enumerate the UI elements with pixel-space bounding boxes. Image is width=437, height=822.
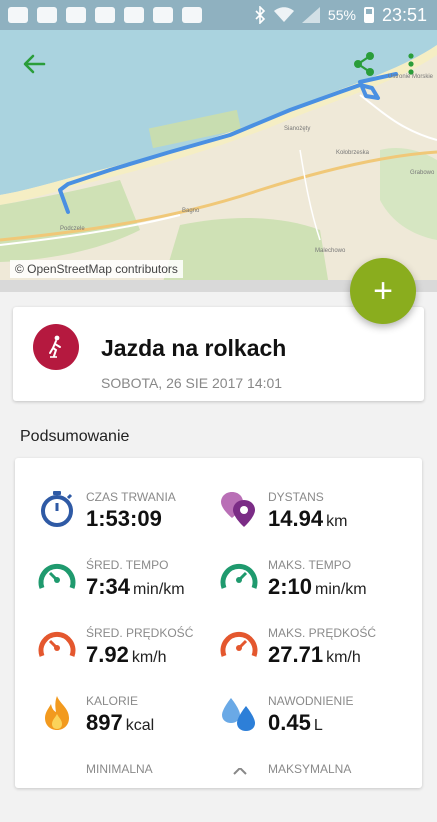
skating-person-icon	[49, 335, 61, 358]
stat-unit: km/h	[131, 649, 167, 666]
bluetooth-icon	[255, 6, 266, 24]
warning-icon	[66, 7, 86, 23]
battery-icon	[363, 7, 374, 23]
pace-gauge-icon	[38, 564, 76, 589]
stat-duration: CZAS TRWANIA 1:53:09	[38, 490, 228, 550]
stat-label: KALORIE	[86, 694, 139, 708]
stat-max-pace: MAKS. TEMPO 2:10 min/km	[220, 558, 410, 618]
activity-title: Jazda na rolkach	[101, 335, 287, 361]
stat-hydration: NAWODNIENIE 0.45 L	[220, 694, 410, 754]
stat-calories: KALORIE 897 kcal	[38, 694, 228, 754]
map-label: Malechowo	[315, 248, 346, 254]
stat-value: 2:10 min/km	[268, 574, 367, 600]
signal-icon	[301, 7, 320, 23]
message-icon	[8, 7, 28, 23]
image-icon	[153, 7, 173, 23]
stat-number: 2:10	[268, 574, 313, 599]
stat-label: MAKS. PRĘDKOŚĆ	[268, 626, 377, 640]
add-fab-button[interactable]: +	[350, 258, 416, 324]
stat-min-elevation: MINIMALNA	[38, 762, 228, 822]
stat-label: MAKSYMALNA	[268, 762, 352, 776]
stat-unit: km/h	[326, 649, 361, 666]
stat-unit: min/km	[315, 581, 367, 598]
stat-value: 1:53:09	[86, 506, 165, 532]
stat-number: 1:53:09	[86, 506, 162, 531]
stat-unit: kcal	[125, 717, 155, 734]
arrow-left-icon	[23, 54, 46, 74]
pace-gauge-icon	[220, 564, 258, 589]
speed-gauge-icon	[220, 632, 258, 657]
stat-label: ŚRED. PRĘDKOŚĆ	[86, 626, 194, 640]
stat-number: 27.71	[268, 642, 324, 667]
map-label: Kołobrzeska	[336, 150, 370, 156]
stat-value: 0.45 L	[268, 710, 323, 736]
stat-label: MAKS. TEMPO	[268, 558, 352, 572]
map-label: Podczele	[60, 226, 85, 232]
app-icon	[37, 7, 57, 23]
stat-unit: km	[326, 513, 348, 530]
activity-card[interactable]: Jazda na rolkach SOBOTA, 26 SIE 2017 14:…	[13, 307, 424, 401]
stat-avg-speed: ŚRED. PRĘDKOŚĆ 7.92 km/h	[38, 626, 228, 686]
overflow-menu-button[interactable]	[404, 50, 418, 78]
stat-number: 7:34	[86, 574, 131, 599]
stat-label: MINIMALNA	[86, 762, 153, 776]
map-label: Grabowo	[410, 170, 435, 176]
stat-number: 897	[86, 710, 123, 735]
stat-label: DYSTANS	[268, 490, 324, 504]
more-vertical-icon	[408, 53, 414, 75]
stat-unit: L	[313, 717, 323, 734]
stat-value: 7:34 min/km	[86, 574, 185, 600]
stat-number: 14.94	[268, 506, 324, 531]
stat-label: NAWODNIENIE	[268, 694, 354, 708]
elevation-icon	[233, 768, 247, 775]
plus-icon: +	[373, 272, 393, 310]
distance-pin-icon	[221, 492, 255, 527]
stat-number: 0.45	[268, 710, 311, 735]
map-canvas	[0, 0, 437, 292]
speed-gauge-icon	[38, 632, 76, 657]
back-button[interactable]	[20, 50, 48, 78]
summary-card: CZAS TRWANIA 1:53:09 DYSTANS 14.94 km ŚRE…	[15, 458, 422, 788]
stat-label: ŚRED. TEMPO	[86, 558, 169, 572]
battery-percent: 55%	[327, 7, 356, 23]
share-button[interactable]	[350, 50, 378, 78]
notification-icons	[0, 7, 202, 23]
stopwatch-icon	[41, 491, 73, 527]
stat-avg-pace: ŚRED. TEMPO 7:34 min/km	[38, 558, 228, 618]
stat-max-elevation: MAKSYMALNA	[220, 762, 410, 822]
share-icon	[354, 52, 374, 76]
flame-icon	[45, 696, 69, 730]
clock: 23:51	[381, 4, 427, 25]
map-label: Bagno	[182, 208, 200, 214]
stat-value: 14.94 km	[268, 506, 347, 532]
map-attribution[interactable]: © OpenStreetMap contributors	[10, 260, 183, 278]
status-bar: 55% 23:51	[0, 0, 437, 30]
route-map[interactable]: Ustronie Morskie Sianożęty Kołobrzeska B…	[0, 0, 437, 292]
stat-value: 897 kcal	[86, 710, 154, 736]
map-label: Sianożęty	[284, 126, 311, 132]
wifi-icon	[273, 7, 294, 22]
stat-value: 27.71 km/h	[268, 642, 361, 668]
stat-number: 7.92	[86, 642, 129, 667]
stat-label: CZAS TRWANIA	[86, 490, 176, 504]
activity-type-badge	[33, 324, 79, 370]
water-drops-icon	[222, 698, 255, 731]
app-icon	[124, 7, 144, 23]
stat-distance: DYSTANS 14.94 km	[220, 490, 410, 550]
stat-value: 7.92 km/h	[86, 642, 167, 668]
stat-max-speed: MAKS. PRĘDKOŚĆ 27.71 km/h	[220, 626, 410, 686]
activity-date: SOBOTA, 26 SIE 2017 14:01	[101, 375, 283, 391]
stat-unit: min/km	[133, 581, 185, 598]
summary-heading: Podsumowanie	[20, 428, 130, 445]
image-icon	[182, 7, 202, 23]
video-icon	[95, 7, 115, 23]
